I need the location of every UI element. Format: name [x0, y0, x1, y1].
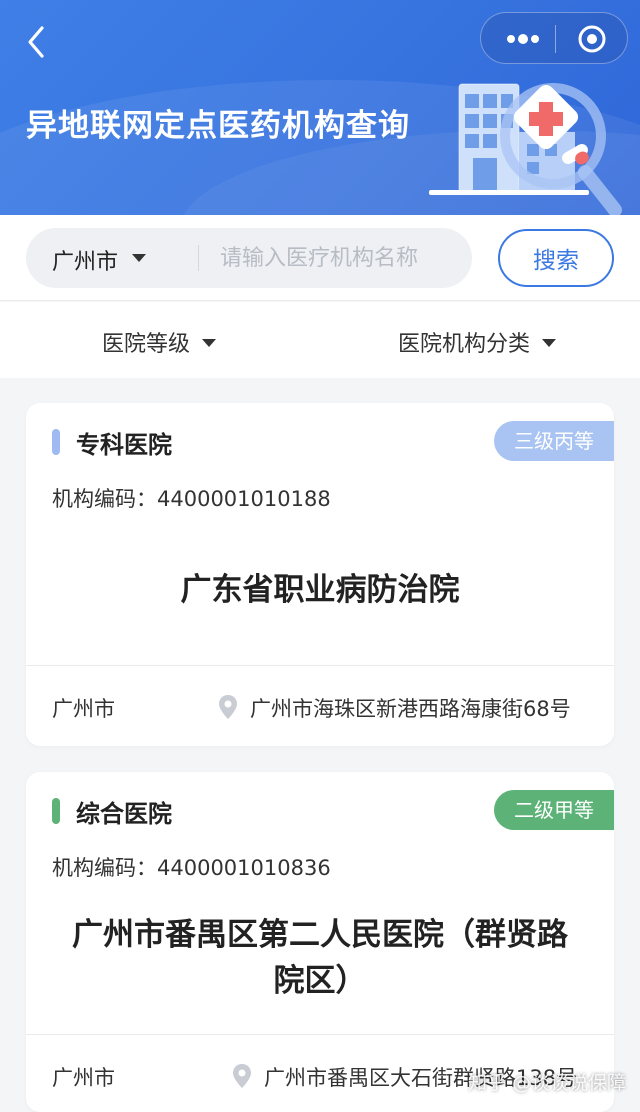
city-select-label: 广州市: [52, 250, 119, 275]
watermark: 知乎 @谈谈说保障: [468, 1072, 627, 1094]
location-pin-icon: [219, 695, 237, 719]
capsule-divider: [555, 25, 556, 53]
city-select[interactable]: 广州市: [26, 228, 172, 288]
chevron-left-icon: [28, 26, 44, 58]
hospital-name: 广东省职业病防治院: [180, 572, 460, 608]
search-box: 广州市: [26, 228, 472, 288]
more-dots-icon: [507, 34, 539, 44]
caret-down-icon: [202, 339, 217, 347]
hospital-search-illustration: [429, 83, 622, 215]
search-input[interactable]: [208, 236, 458, 280]
filter-hospital-level-label: 医院等级: [102, 332, 191, 357]
back-button[interactable]: [22, 24, 54, 60]
hospital-city: 广州市: [52, 1066, 115, 1090]
hospital-type: 专科医院: [76, 431, 172, 459]
hospital-address: 广州市海珠区新港西路海康街68号: [250, 697, 571, 721]
search-bar: 广州市 搜索: [0, 215, 640, 301]
search-divider: [198, 245, 199, 271]
type-indicator: [52, 429, 60, 455]
filter-hospital-level[interactable]: 医院等级: [102, 326, 217, 358]
more-button[interactable]: [495, 21, 551, 57]
hospital-name: 广州市番禺区第二人民医院（群贤路 院区）: [46, 912, 594, 1004]
type-indicator: [52, 798, 60, 824]
search-button[interactable]: 搜索: [498, 229, 614, 287]
hospital-type: 综合医院: [76, 800, 172, 828]
filter-institution-type-label: 医院机构分类: [398, 332, 531, 357]
page-title: 异地联网定点医药机构查询: [26, 108, 410, 144]
target-circle-icon: [578, 25, 606, 53]
mini-program-capsule: [480, 12, 628, 64]
grade-badge: 三级丙等: [494, 421, 614, 461]
hospital-city: 广州市: [52, 697, 115, 721]
hospital-name-line: 院区）: [273, 963, 367, 999]
caret-down-icon: [132, 254, 146, 262]
filter-bar: 医院等级 医院机构分类: [0, 302, 640, 378]
hospital-card[interactable]: 专科医院 三级丙等 机构编码：4400001010188 广东省职业病防治院 广…: [26, 403, 614, 746]
filter-institution-type[interactable]: 医院机构分类: [398, 326, 557, 358]
close-button[interactable]: [567, 21, 617, 57]
grade-badge: 二级甲等: [494, 790, 614, 830]
card-divider: [26, 1034, 614, 1035]
header-banner: 异地联网定点医药机构查询: [0, 0, 640, 215]
institution-code: 机构编码：4400001010836: [52, 856, 331, 880]
location-pin-icon: [233, 1064, 251, 1088]
hospital-card[interactable]: 综合医院 二级甲等 机构编码：4400001010836 广州市番禺区第二人民医…: [26, 772, 614, 1112]
institution-code: 机构编码：4400001010188: [52, 487, 331, 511]
caret-down-icon: [542, 339, 557, 347]
hospital-name-line: 广州市番禺区第二人民医院（群贤路: [72, 917, 568, 953]
card-divider: [26, 665, 614, 666]
